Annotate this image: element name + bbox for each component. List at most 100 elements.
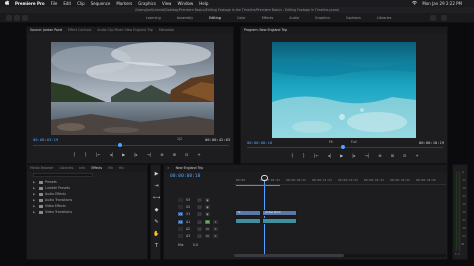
workspace-graphics[interactable]: Graphics	[307, 15, 338, 22]
mark-in-button[interactable]: {	[73, 153, 76, 157]
source-video-frame[interactable]	[51, 42, 214, 135]
timeline-audio-clip-jordan-pond[interactable]	[262, 218, 297, 224]
tab-audio-clip-mixer[interactable]: Audio Clip Mixer: New England Trip	[97, 27, 152, 34]
go-to-in-button[interactable]: |←	[96, 153, 101, 157]
tab-metadata[interactable]: Metadata	[159, 27, 174, 34]
program-scrub-bar[interactable]	[247, 147, 443, 148]
go-to-out-button[interactable]: →|	[147, 153, 152, 157]
menu-clip[interactable]: Clip	[77, 0, 85, 7]
button-editor[interactable]: +	[197, 153, 200, 157]
lock-icon[interactable]: ▢	[197, 198, 202, 202]
source-patch-v2[interactable]	[178, 205, 183, 209]
lock-icon[interactable]: ▢	[197, 212, 202, 216]
tab-markers[interactable]: Ma	[108, 165, 113, 172]
menu-datetime[interactable]: Mon Jan 29 2:22 PM	[422, 0, 462, 7]
timeline-horizontal-scrollbar[interactable]	[234, 254, 446, 257]
source-timecode[interactable]: 00:00:03:19	[33, 137, 58, 142]
program-video-frame[interactable]	[272, 42, 416, 138]
export-frame-button[interactable]: ⊡	[185, 153, 188, 157]
solo-button[interactable]: S	[213, 234, 218, 238]
workspace-color[interactable]: Color	[229, 15, 254, 22]
lock-icon[interactable]: ▢	[197, 227, 202, 231]
lock-icon[interactable]: ▢	[197, 234, 202, 238]
mix-value[interactable]: 0.0	[193, 243, 201, 247]
razor-tool-icon[interactable]: ◆	[153, 207, 160, 214]
source-scrub-bar[interactable]	[33, 145, 229, 146]
program-timecode[interactable]: 00:00:08:18	[247, 140, 272, 145]
close-icon[interactable]: ×	[167, 165, 170, 172]
mark-out-button[interactable]: }	[85, 153, 88, 157]
lock-icon[interactable]: ▢	[197, 220, 202, 224]
workspace-editing[interactable]: Editing	[201, 15, 229, 22]
solo-button[interactable]: S	[213, 227, 218, 231]
insert-button[interactable]: ⊕	[160, 153, 163, 157]
source-patch-a2[interactable]	[178, 227, 183, 231]
workspace-learning[interactable]: Learning	[138, 15, 169, 22]
eye-icon[interactable]: ◉	[205, 212, 210, 216]
workspace-libraries[interactable]: Libraries	[369, 15, 400, 22]
tab-effects[interactable]: Effects	[91, 165, 102, 172]
program-play-button[interactable]: ▶	[340, 154, 343, 158]
menu-markers[interactable]: Markers	[116, 0, 132, 7]
menu-edit[interactable]: Edit	[63, 0, 71, 7]
mute-button[interactable]: M	[205, 227, 210, 231]
play-button[interactable]: ▶	[122, 153, 125, 157]
quick-export-icon[interactable]	[430, 15, 436, 21]
type-tool-icon[interactable]: T	[153, 243, 160, 250]
apple-menu-icon[interactable]	[5, 0, 10, 7]
workspace-captions[interactable]: Captions	[338, 15, 369, 22]
program-step-forward-button[interactable]: |▸	[352, 154, 355, 158]
tab-history[interactable]: His	[119, 165, 124, 172]
source-patch-v3[interactable]	[178, 198, 183, 202]
tab-info[interactable]: Info	[79, 165, 85, 172]
import-icon[interactable]	[14, 15, 20, 21]
meter-solo-buttons[interactable]: S S	[455, 253, 460, 256]
lock-icon[interactable]: ▢	[197, 205, 202, 209]
menu-graphics[interactable]: Graphics	[138, 0, 156, 7]
pen-tool-icon[interactable]: ✎	[153, 219, 160, 226]
search-icon[interactable]	[441, 15, 447, 21]
program-mark-out-button[interactable]: }	[303, 154, 306, 158]
tab-sequence[interactable]: New England Trip	[176, 165, 204, 172]
expand-arrow-icon[interactable]: ▶	[33, 210, 37, 214]
program-playhead[interactable]	[341, 145, 345, 149]
wifi-icon[interactable]	[412, 0, 418, 7]
menu-help[interactable]: Help	[199, 0, 208, 7]
solo-button[interactable]: S	[213, 220, 218, 224]
program-export-frame-button[interactable]: ⊡	[403, 154, 406, 158]
expand-arrow-icon[interactable]: ▶	[33, 204, 37, 208]
menu-window[interactable]: Window	[177, 0, 193, 7]
program-mark-in-button[interactable]: {	[291, 154, 294, 158]
eye-icon[interactable]: ◉	[205, 198, 210, 202]
step-back-button[interactable]: ◂|	[110, 153, 113, 157]
lift-button[interactable]: ⊕	[378, 154, 381, 158]
tab-program[interactable]: Program: New England Trip	[244, 27, 287, 34]
step-forward-button[interactable]: |▸	[134, 153, 137, 157]
menu-file[interactable]: File	[51, 0, 58, 7]
edit-mode-icon[interactable]	[22, 15, 28, 21]
home-icon[interactable]	[6, 15, 12, 21]
expand-arrow-icon[interactable]: ▶	[33, 192, 37, 196]
tab-source[interactable]: Source: Jordan Pond	[30, 27, 62, 34]
selection-tool-icon[interactable]: ▶	[153, 171, 160, 178]
workspace-audio[interactable]: Audio	[281, 15, 307, 22]
program-zoom-dropdown[interactable]: Fit	[329, 140, 333, 144]
timeline-video-clip[interactable]: fx	[235, 210, 261, 216]
source-playhead[interactable]	[118, 143, 122, 147]
track-select-tool-icon[interactable]: ⇥	[153, 183, 160, 190]
tab-libraries[interactable]: Libraries	[60, 165, 74, 172]
expand-arrow-icon[interactable]: ▶	[33, 198, 37, 202]
timeline-video-clip-jordan-pond[interactable]: Jordan Pond	[262, 210, 297, 216]
workspace-assembly[interactable]: Assembly	[169, 15, 201, 22]
eye-icon[interactable]: ◉	[205, 205, 210, 209]
tab-effect-controls[interactable]: Effect Controls	[68, 27, 91, 34]
mute-button[interactable]: M	[205, 220, 210, 224]
source-patch-a1[interactable]: A1	[178, 220, 183, 224]
program-step-back-button[interactable]: ◂|	[328, 154, 331, 158]
program-go-to-out-button[interactable]: →|	[365, 154, 370, 158]
effects-search-input[interactable]	[33, 173, 93, 177]
effects-folder-video-transitions[interactable]: ▶ Video Transitions	[33, 209, 72, 215]
work-area-bar[interactable]	[236, 185, 280, 186]
tab-media-browser[interactable]: Media Browser	[30, 165, 54, 172]
program-button-editor[interactable]: +	[415, 154, 418, 158]
